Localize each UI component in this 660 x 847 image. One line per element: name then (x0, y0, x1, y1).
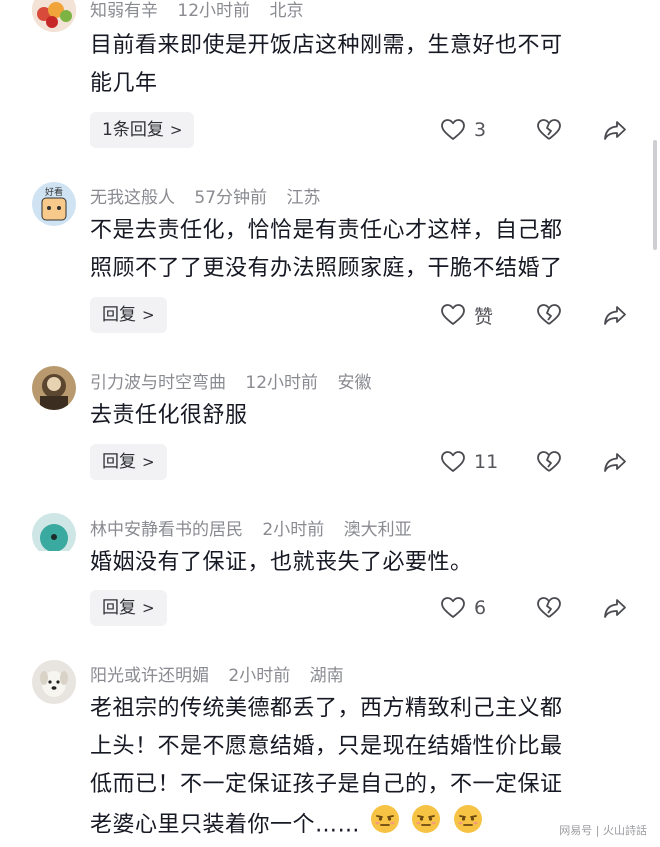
user-avatar[interactable] (32, 660, 76, 704)
share-button[interactable] (602, 444, 628, 480)
dislike-button[interactable] (536, 112, 562, 148)
photo-avatar-icon (32, 366, 76, 410)
broken-heart-icon (537, 119, 561, 140)
username[interactable]: 阳光或许还明媚 (90, 666, 209, 686)
fruit-avatar-icon (32, 0, 76, 32)
like-button[interactable]: 赞 (440, 297, 493, 333)
comment-time: 12小时前 (177, 1, 251, 21)
comment-text: 目前看来即使是开饭店这种刚需，生意好也不可 能几年 (90, 27, 635, 103)
watermark: 网易号 | 火山詩話 (556, 821, 650, 839)
like-count: 赞 (474, 305, 494, 328)
comment-actions: 6 (0, 590, 660, 626)
comment-text-line: 老祖宗的传统美德都丢了，西方精致利己主义都 (90, 696, 563, 721)
scrollbar[interactable] (653, 140, 657, 250)
comment-meta: 无我这般人 57分钟前 江苏 (90, 183, 334, 208)
comment-text-line-last: 老婆心里只装着你一个…… (90, 812, 361, 838)
like-button[interactable]: 11 (440, 444, 498, 480)
broken-heart-icon (537, 451, 561, 472)
comment-text-line: 目前看来即使是开饭店这种刚需，生意好也不可 (90, 33, 563, 58)
share-arrow-icon (604, 453, 626, 472)
username[interactable]: 引力波与时空弯曲 (90, 373, 226, 393)
comment-text-line: 能几年 (90, 71, 158, 96)
comment-text-line: 不是去责任化，恰恰是有责任心才这样，自己都 (90, 218, 563, 243)
comment-time: 2小时前 (228, 666, 291, 686)
avatar-text: 好看 (45, 186, 63, 198)
heart-icon (441, 451, 465, 472)
heart-icon (441, 304, 465, 325)
comment-meta: 林中安静看书的居民 2小时前 澳大利亚 (90, 515, 426, 540)
broken-heart-icon (537, 304, 561, 325)
share-button[interactable] (602, 590, 628, 626)
user-avatar[interactable]: 好看 (32, 182, 76, 226)
like-button[interactable]: 6 (440, 590, 486, 626)
user-avatar[interactable] (32, 366, 76, 410)
comment-meta: 引力波与时空弯曲 12小时前 安徽 (90, 368, 385, 393)
like-count: 11 (474, 451, 499, 473)
comment-location: 湖南 (309, 666, 344, 686)
annoyed-emoji-icon (453, 804, 483, 847)
comment-meta: 阳光或许还明媚 2小时前 湖南 (90, 661, 358, 686)
heart-icon (441, 597, 465, 618)
comment-actions: 11 (0, 444, 660, 480)
share-button[interactable] (602, 297, 628, 333)
comment-location: 江苏 (286, 188, 321, 208)
annoyed-emoji-icon (411, 804, 441, 847)
teal-bird-avatar-icon (32, 513, 76, 557)
comment-text: 老祖宗的传统美德都丢了，西方精致利己主义都 上头！不是不愿意结婚，只是现在结婚性… (90, 690, 635, 847)
comment-text-line: 上头！不是不愿意结婚，只是现在结婚性价比最 (90, 734, 563, 759)
like-button[interactable]: 3 (440, 112, 486, 148)
comment-text-line: 低而已！不一定保证孩子是自己的，不一定保证 (90, 772, 563, 797)
username[interactable]: 知弱有辛 (90, 1, 158, 21)
comment-time: 12小时前 (245, 373, 319, 393)
comment-actions: 3 (0, 112, 660, 148)
comment-text: 去责任化很舒服 (90, 397, 635, 435)
share-arrow-icon (604, 306, 626, 325)
comment-meta: 知弱有辛 12小时前 北京 (90, 0, 317, 21)
username[interactable]: 无我这般人 (90, 188, 175, 208)
comment-location: 北京 (269, 1, 304, 21)
comment-location: 安徽 (337, 373, 372, 393)
dog-avatar-icon (32, 660, 76, 704)
share-button[interactable] (602, 112, 628, 148)
share-arrow-icon (604, 599, 626, 618)
heart-icon (441, 119, 465, 140)
like-count: 6 (474, 597, 487, 619)
user-avatar[interactable] (32, 0, 76, 32)
comment-text-line: 照顾不了了更没有办法照顾家庭，干脆不结婚了 (90, 256, 563, 281)
comment-time: 57分钟前 (194, 188, 268, 208)
comment-text-line: 去责任化很舒服 (90, 403, 248, 428)
broken-heart-icon (537, 597, 561, 618)
comment-text: 不是去责任化，恰恰是有责任心才这样，自己都 照顾不了了更没有办法照顾家庭，干脆不… (90, 212, 635, 288)
comment-location: 澳大利亚 (343, 520, 412, 540)
share-arrow-icon (604, 121, 626, 140)
comment-time: 2小时前 (262, 520, 325, 540)
dislike-button[interactable] (536, 590, 562, 626)
annoyed-emoji-icon (370, 804, 400, 847)
comment-actions: 赞 (0, 297, 660, 333)
comment-text-line: 老婆心里只装着你一个…… (90, 804, 635, 847)
cartoon-avatar-icon: 好看 (32, 182, 76, 226)
comment-text-line: 婚姻没有了保证，也就丧失了必要性。 (90, 550, 473, 575)
dislike-button[interactable] (536, 297, 562, 333)
user-avatar[interactable] (32, 513, 76, 557)
like-count: 3 (474, 119, 487, 141)
username[interactable]: 林中安静看书的居民 (90, 520, 243, 540)
comment-text: 婚姻没有了保证，也就丧失了必要性。 (90, 544, 635, 582)
dislike-button[interactable] (536, 444, 562, 480)
